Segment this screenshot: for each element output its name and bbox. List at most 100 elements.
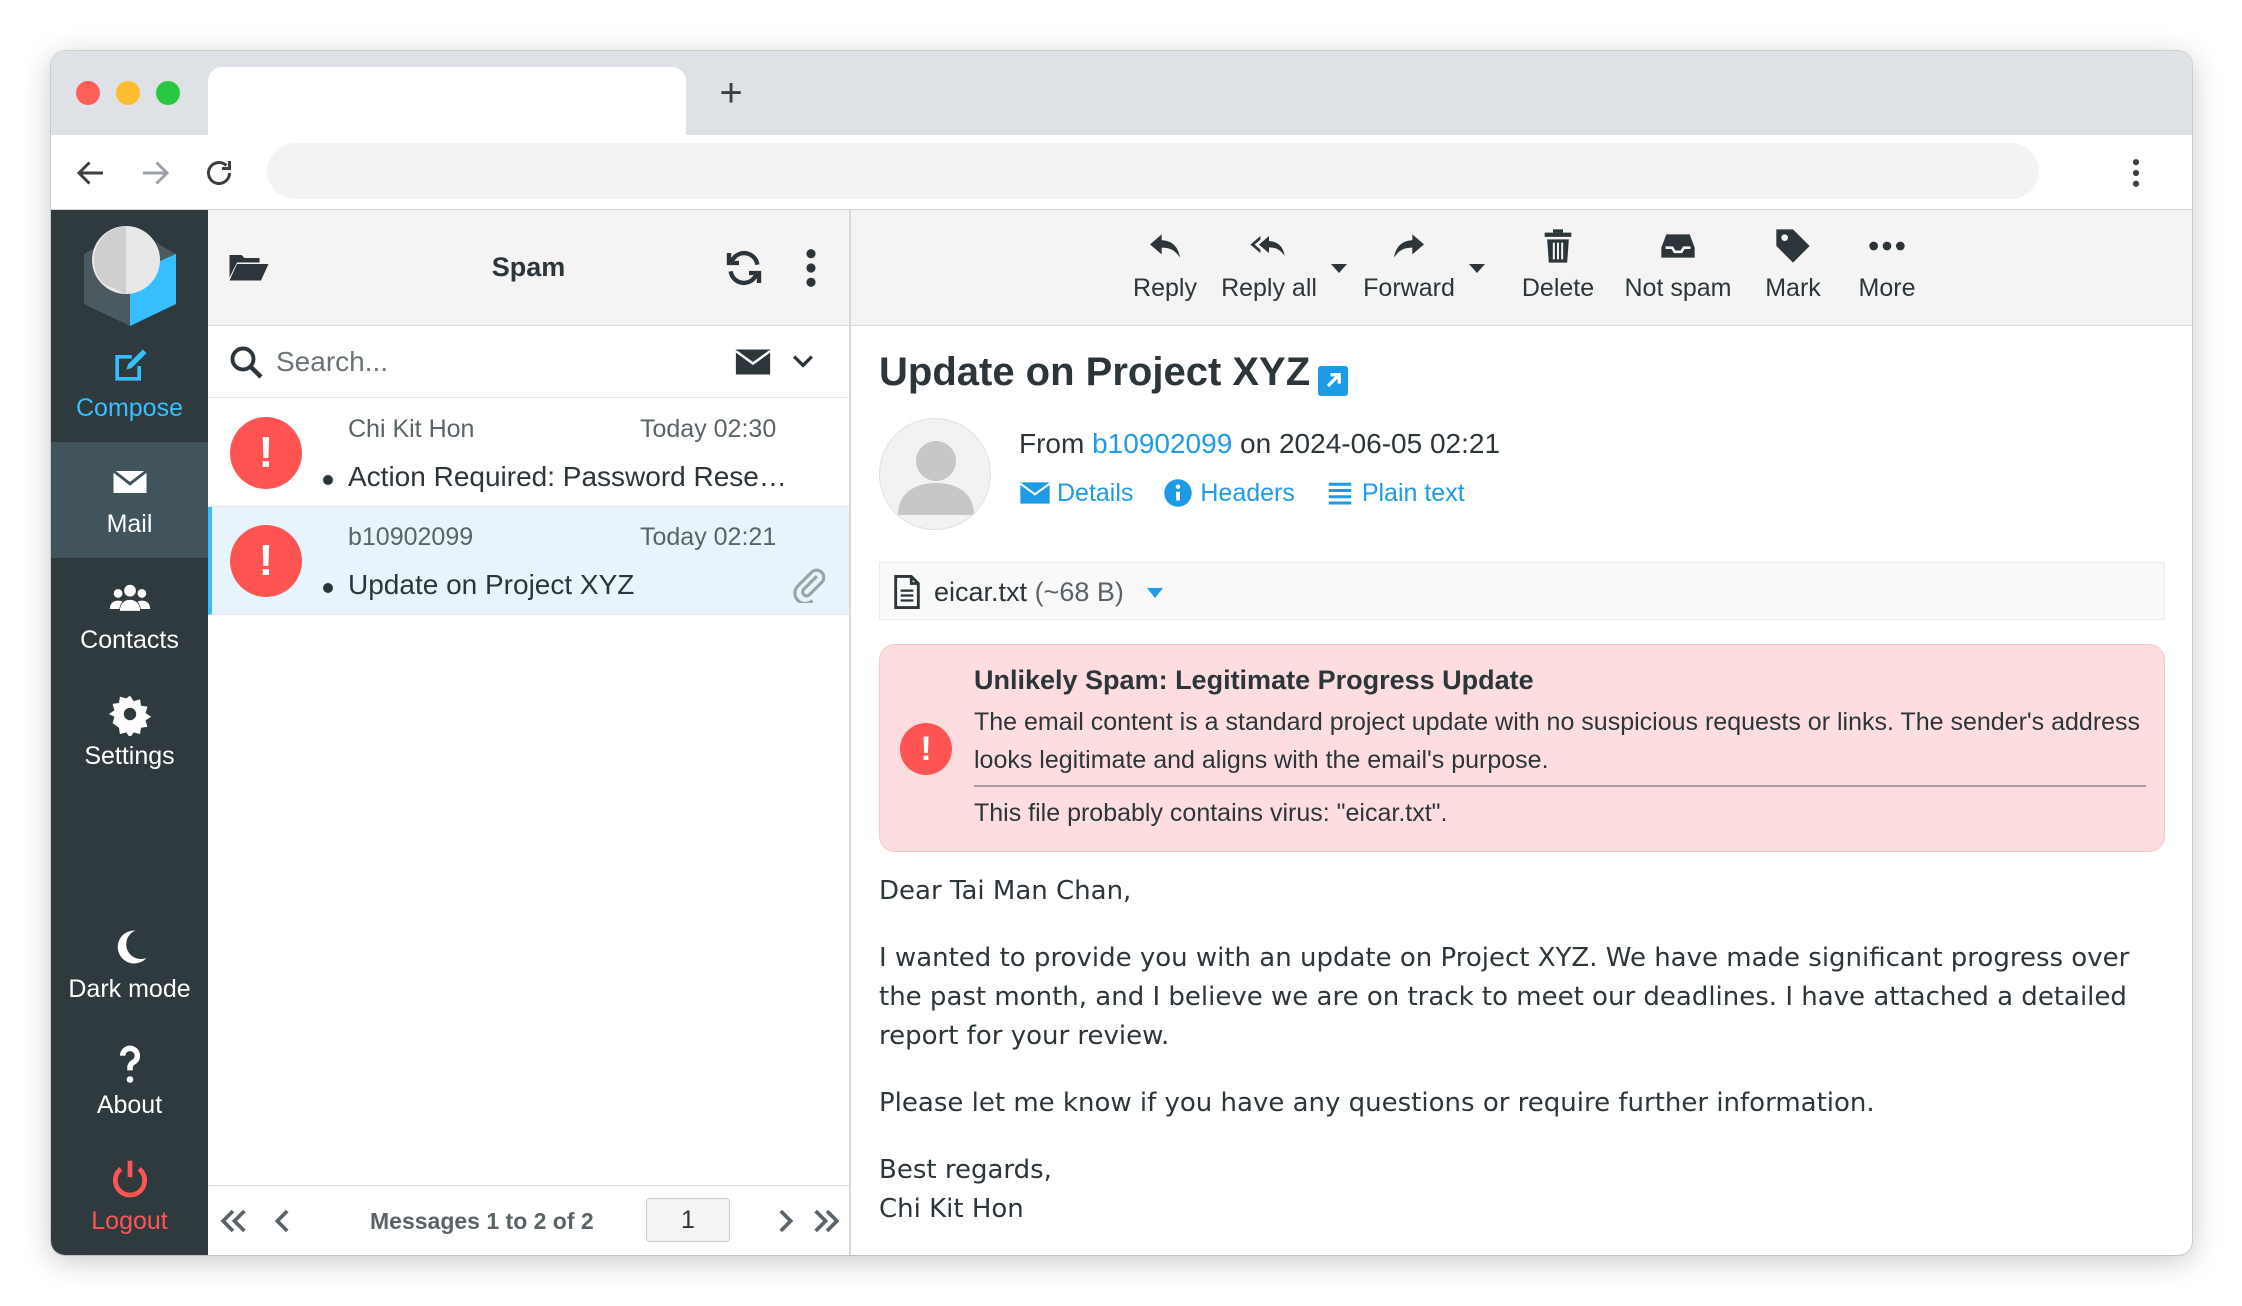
message-date-text: on 2024-06-05 02:21 bbox=[1240, 428, 1501, 459]
header-links: Details Headers Plain text bbox=[1019, 478, 1487, 508]
forward-button[interactable]: Forward bbox=[1357, 226, 1461, 303]
spam-alert-box: ! Unlikely Spam: Legitimate Progress Upd… bbox=[879, 644, 2165, 852]
address-bar[interactable] bbox=[267, 143, 2039, 199]
not-spam-button[interactable]: Not spam bbox=[1619, 226, 1737, 303]
attachment-bar[interactable]: eicar.txt (~68 B) bbox=[879, 562, 2165, 620]
list-options-icon[interactable] bbox=[805, 248, 817, 288]
sidebar-item-label: Contacts bbox=[80, 626, 179, 654]
not-spam-label: Not spam bbox=[1624, 274, 1732, 302]
search-icon bbox=[230, 346, 263, 379]
unread-dot-icon bbox=[323, 475, 333, 485]
power-icon bbox=[112, 1160, 147, 1198]
chevron-down-icon[interactable] bbox=[792, 352, 814, 370]
sidebar-item-mail[interactable]: Mail bbox=[51, 442, 208, 558]
webmail-app: Compose Mail Contacts Settings Dark mode… bbox=[51, 210, 2192, 1255]
details-link[interactable]: Details bbox=[1019, 478, 1133, 508]
message-subject-heading: Update on Project XYZ bbox=[879, 350, 1311, 394]
screenshot-stage: + Compose Mail Contacts Settings Dark mo… bbox=[0, 0, 2242, 1306]
sidebar-item-settings[interactable]: Settings bbox=[51, 674, 208, 790]
tag-icon bbox=[1776, 229, 1810, 263]
inbox-icon bbox=[1661, 234, 1695, 258]
body-greeting: Dear Tai Man Chan, bbox=[879, 876, 1132, 906]
message-list-panel: Spam ! Chi Kit Hon Today 02:30 Action Re… bbox=[208, 210, 851, 1255]
file-text-icon bbox=[894, 575, 920, 609]
list-item[interactable]: ! b10902099 Today 02:21 Update on Projec… bbox=[208, 507, 849, 615]
reply-label: Reply bbox=[1133, 274, 1197, 302]
moon-icon bbox=[117, 930, 146, 964]
mark-label: Mark bbox=[1765, 274, 1821, 302]
alert-body: The email content is a standard project … bbox=[974, 708, 2141, 774]
sidebar-item-label: Dark mode bbox=[68, 975, 191, 1003]
browser-tab-active[interactable] bbox=[208, 67, 686, 135]
message-sender: Chi Kit Hon bbox=[348, 415, 475, 443]
paperclip-icon bbox=[793, 568, 826, 603]
reply-all-label: Reply all bbox=[1221, 274, 1317, 302]
reload-button[interactable] bbox=[201, 155, 237, 191]
reply-all-icon bbox=[1250, 236, 1285, 256]
delete-button[interactable]: Delete bbox=[1515, 226, 1601, 303]
sidebar-item-dark-mode[interactable]: Dark mode bbox=[51, 907, 208, 1023]
reply-all-dropdown-icon[interactable] bbox=[1331, 264, 1347, 273]
sidebar-item-about[interactable]: About bbox=[51, 1023, 208, 1139]
attachment-name: eicar.txt (~68 B) bbox=[934, 577, 1124, 608]
info-icon bbox=[1164, 479, 1193, 507]
body-paragraph: Please let me know if you have any quest… bbox=[879, 1088, 1875, 1118]
sidebar-item-compose[interactable]: Compose bbox=[51, 326, 208, 442]
forward-dropdown-icon[interactable] bbox=[1469, 264, 1485, 273]
reload-icon bbox=[207, 161, 231, 185]
search-input[interactable] bbox=[276, 340, 696, 384]
sidebar-item-contacts[interactable]: Contacts bbox=[51, 558, 208, 674]
delete-label: Delete bbox=[1521, 274, 1595, 302]
next-page-icon[interactable] bbox=[768, 1204, 802, 1238]
arrow-right-icon bbox=[143, 161, 170, 185]
minimize-window-button[interactable] bbox=[116, 81, 140, 105]
forward-button[interactable] bbox=[137, 155, 173, 191]
sidebar-item-label: Mail bbox=[106, 510, 153, 538]
reply-all-button[interactable]: Reply all bbox=[1219, 226, 1319, 303]
spam-flag-icon: ! bbox=[230, 525, 302, 597]
sender-link[interactable]: b10902099 bbox=[1092, 428, 1232, 459]
refresh-icon[interactable] bbox=[724, 248, 764, 288]
app-logo bbox=[76, 218, 184, 326]
details-label: Details bbox=[1057, 479, 1134, 507]
mark-button[interactable]: Mark bbox=[1755, 226, 1831, 303]
browser-window: + Compose Mail Contacts Settings Dark mo… bbox=[51, 51, 2192, 1255]
plain-text-link[interactable]: Plain text bbox=[1324, 478, 1465, 508]
headers-link[interactable]: Headers bbox=[1162, 478, 1295, 508]
first-page-icon[interactable] bbox=[216, 1204, 250, 1238]
browser-menu-button[interactable] bbox=[2121, 155, 2151, 191]
message-date: Today 02:21 bbox=[640, 523, 777, 551]
open-in-new-window-icon[interactable] bbox=[1318, 366, 1348, 396]
trash-icon bbox=[1544, 229, 1572, 263]
alert-title: Unlikely Spam: Legitimate Progress Updat… bbox=[974, 665, 1534, 695]
message-sender: b10902099 bbox=[348, 523, 474, 551]
maximize-window-button[interactable] bbox=[156, 81, 180, 105]
attachment-menu-chevron-icon[interactable] bbox=[1146, 587, 1164, 599]
close-window-button[interactable] bbox=[76, 81, 100, 105]
more-button[interactable]: More bbox=[1845, 226, 1929, 303]
sidebar-item-logout[interactable]: Logout bbox=[51, 1139, 208, 1255]
sidebar-item-label: Settings bbox=[84, 742, 175, 770]
reply-button[interactable]: Reply bbox=[1129, 226, 1201, 303]
list-header: Spam bbox=[208, 210, 849, 326]
body-paragraph: I wanted to provide you with an update o… bbox=[879, 943, 2130, 1051]
compose-icon bbox=[114, 349, 146, 381]
last-page-icon[interactable] bbox=[810, 1204, 844, 1238]
avatar bbox=[879, 418, 991, 530]
envelope-filter-icon[interactable] bbox=[734, 348, 772, 376]
sidebar-item-label: Logout bbox=[91, 1207, 168, 1235]
alert-exclamation-icon: ! bbox=[900, 723, 952, 775]
back-button[interactable] bbox=[73, 155, 109, 191]
from-prefix: From bbox=[1019, 428, 1085, 459]
alert-divider bbox=[974, 785, 2146, 787]
question-icon bbox=[119, 1045, 140, 1083]
prev-page-icon[interactable] bbox=[266, 1204, 300, 1238]
page-number-input[interactable]: 1 bbox=[646, 1198, 730, 1242]
lines-icon bbox=[1328, 482, 1352, 505]
forward-icon bbox=[1394, 234, 1424, 258]
list-item[interactable]: ! Chi Kit Hon Today 02:30 Action Require… bbox=[208, 399, 849, 507]
sidebar-item-label: Compose bbox=[76, 394, 183, 422]
new-tab-button[interactable]: + bbox=[711, 73, 751, 113]
arrow-left-icon bbox=[76, 161, 103, 185]
sidebar-item-label: About bbox=[96, 1091, 163, 1119]
